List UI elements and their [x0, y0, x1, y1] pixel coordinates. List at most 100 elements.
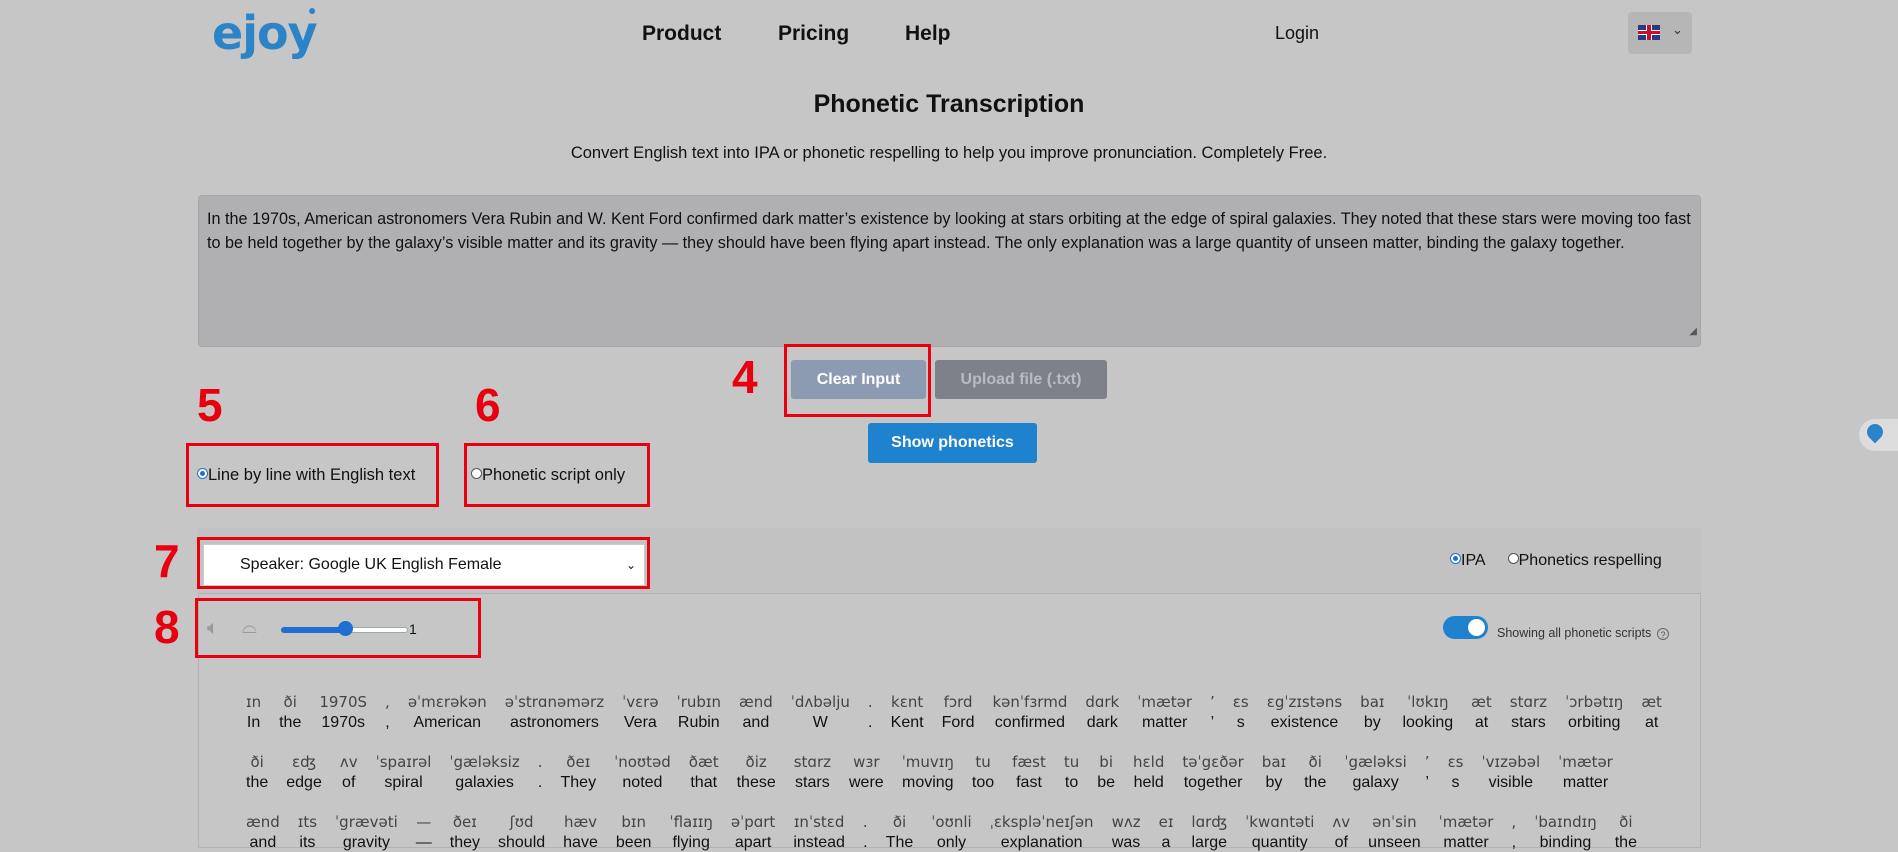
radio-ipa[interactable] — [1450, 553, 1461, 565]
word-pair[interactable]: ˈkwɑntəti quantity — [1245, 813, 1314, 852]
word-pair[interactable]: ɪnˈstɛd instead — [793, 813, 845, 852]
word-pair[interactable]: .. — [538, 753, 543, 792]
word-pair[interactable]: əˈmɛrəkən American — [408, 693, 487, 732]
show-all-scripts-toggle[interactable] — [1443, 616, 1488, 639]
resize-handle-icon[interactable]: ◢ — [1689, 320, 1697, 344]
radio-respelling[interactable] — [1507, 553, 1519, 565]
word-pair[interactable]: ’’ — [1210, 693, 1215, 732]
nav-help[interactable]: Help — [905, 22, 951, 46]
word-pair[interactable]: ʌv of — [1332, 813, 1350, 852]
word-pair[interactable]: ˈnoʊtəd noted — [614, 753, 671, 792]
word-pair[interactable]: ,, — [1511, 813, 1516, 852]
word-pair[interactable]: ˈgæləksiz galaxies — [449, 753, 519, 792]
word-pair[interactable]: ɪts its — [298, 813, 317, 852]
word-pair[interactable]: ði the — [279, 693, 301, 732]
word-pair[interactable]: ˌɛkspləˈneɪʃən explanation — [990, 813, 1094, 852]
word-pair[interactable]: ði the — [1615, 813, 1637, 852]
word-pair[interactable]: fæst fast — [1012, 753, 1046, 792]
word-pair[interactable]: ˈflaɪɪŋ flying — [669, 813, 712, 852]
word-pair[interactable]: ənˈsin unseen — [1368, 813, 1421, 852]
speaker-volume-icon[interactable]: 🔈︎ — [207, 617, 219, 640]
word-pair[interactable]: bi be — [1097, 753, 1115, 792]
speed-gauge-icon[interactable]: ⌓ — [242, 617, 257, 639]
word-pair[interactable]: ˈoʊnli only — [931, 813, 971, 852]
option-script-only[interactable]: Phonetic script only — [471, 466, 625, 485]
word-pair[interactable]: ˈrubɪn Rubin — [677, 693, 721, 732]
word-pair[interactable]: baɪ by — [1360, 693, 1384, 732]
word-pair[interactable]: bɪn been — [616, 813, 652, 852]
word-pair[interactable]: fɔrd Ford — [942, 693, 975, 732]
word-pair[interactable]: ɛs s — [1448, 753, 1464, 792]
word-pair[interactable]: .. — [868, 693, 873, 732]
word-pair[interactable]: ɛʤ edge — [286, 753, 322, 792]
word-pair[interactable]: əˈpɑrt apart — [731, 813, 775, 852]
word-pair[interactable]: kɛnt Kent — [891, 693, 924, 732]
word-pair[interactable]: ðiz these — [737, 753, 776, 792]
word-pair[interactable]: ˈmætər matter — [1558, 753, 1613, 792]
word-pair[interactable]: əˈstrɑnəmərz astronomers — [505, 693, 604, 732]
word-pair[interactable]: ði The — [886, 813, 914, 852]
help-icon[interactable]: ? — [1657, 628, 1669, 640]
word-pair[interactable]: ˈgæləksi galaxy — [1344, 753, 1406, 792]
word-pair[interactable]: ˈdʌbəlju W — [791, 693, 850, 732]
show-phonetics-button[interactable]: Show phonetics — [868, 423, 1037, 463]
word-pair[interactable]: 1970S 1970s — [319, 693, 367, 732]
word-pair[interactable]: ðeɪ they — [450, 813, 480, 852]
word-pair[interactable]: lɑrʤ large — [1191, 813, 1227, 852]
option-line-by-line[interactable]: Line by line with English text — [197, 466, 415, 485]
word-pair[interactable]: — — — [416, 813, 432, 852]
nav-pricing[interactable]: Pricing — [778, 22, 849, 46]
word-pair[interactable]: ði the — [246, 753, 268, 792]
word-pair[interactable]: æt at — [1641, 693, 1662, 732]
radio-script-only[interactable] — [471, 468, 482, 480]
speaker-select[interactable]: Speaker: Google UK English Female ⌄ — [203, 544, 645, 586]
word-pair[interactable]: ænd and — [246, 813, 280, 852]
word-pair[interactable]: ˈlʊkɪŋ looking — [1402, 693, 1453, 732]
word-pair[interactable]: ðeɪ They — [561, 753, 597, 792]
speed-slider-thumb[interactable] — [337, 621, 353, 636]
word-pair[interactable]: hæv have — [563, 813, 598, 852]
word-pair[interactable]: ˈmætər matter — [1137, 693, 1192, 732]
word-pair[interactable]: ʃʊd should — [498, 813, 545, 852]
word-pair[interactable]: baɪ by — [1262, 753, 1286, 792]
word-pair[interactable]: ˈgrævəti gravity — [335, 813, 398, 852]
login-link[interactable]: Login — [1275, 23, 1319, 44]
word-pair[interactable]: tu to — [1064, 753, 1079, 792]
word-pair[interactable]: .. — [863, 813, 868, 852]
word-pair[interactable]: eɪ a — [1159, 813, 1174, 852]
word-pair[interactable]: ˈspaɪrəl spiral — [376, 753, 432, 792]
word-pair[interactable]: ˈmætər matter — [1439, 813, 1494, 852]
word-pair[interactable]: dɑrk dark — [1085, 693, 1119, 732]
word-pair[interactable]: ˈbaɪndɪŋ binding — [1534, 813, 1597, 852]
nav-product[interactable]: Product — [642, 22, 721, 46]
word-pair[interactable]: ɛgˈzɪstəns existence — [1267, 693, 1342, 732]
upload-file-button[interactable]: Upload file (.txt) — [935, 360, 1107, 399]
word-pair[interactable]: wɜr were — [849, 753, 884, 792]
word-pair[interactable]: ðæt that — [689, 753, 719, 792]
word-pair[interactable]: ði the — [1304, 753, 1326, 792]
word-pair[interactable]: hɛld held — [1133, 753, 1164, 792]
word-pair[interactable]: ɪn In — [246, 693, 261, 732]
word-pair[interactable]: tu too — [972, 753, 994, 792]
word-pair[interactable]: ʌv of — [340, 753, 358, 792]
word-pair[interactable]: ˈɔrbətɪŋ orbiting — [1565, 693, 1623, 732]
word-pair[interactable]: ’’ — [1425, 753, 1430, 792]
word-pair[interactable]: ɛs s — [1233, 693, 1249, 732]
word-pair[interactable]: æt at — [1471, 693, 1492, 732]
word-pair[interactable]: wʌz was — [1112, 813, 1141, 852]
word-pair[interactable]: ˈvɪzəbəl visible — [1482, 753, 1541, 792]
text-input[interactable]: In the 1970s, American astronomers Vera … — [198, 195, 1701, 347]
language-selector[interactable]: ⌄ — [1628, 12, 1692, 54]
ejoy-extension-icon[interactable] — [1859, 419, 1898, 451]
clear-input-button[interactable]: Clear Input — [791, 360, 926, 399]
word-pair[interactable]: təˈgɛðər together — [1182, 753, 1243, 792]
radio-line-by-line[interactable] — [197, 468, 208, 480]
word-pair[interactable]: ˈvɛrə Vera — [622, 693, 659, 732]
word-pair[interactable]: ,, — [385, 693, 390, 732]
ejoy-logo[interactable]: ejoy — [212, 6, 318, 60]
word-pair[interactable]: stɑrz stars — [794, 753, 831, 792]
word-pair[interactable]: stɑrz stars — [1510, 693, 1547, 732]
word-pair[interactable]: kənˈfɜrmd confirmed — [993, 693, 1068, 732]
word-pair[interactable]: ˈmuvɪŋ moving — [902, 753, 954, 792]
word-pair[interactable]: ænd and — [739, 693, 773, 732]
